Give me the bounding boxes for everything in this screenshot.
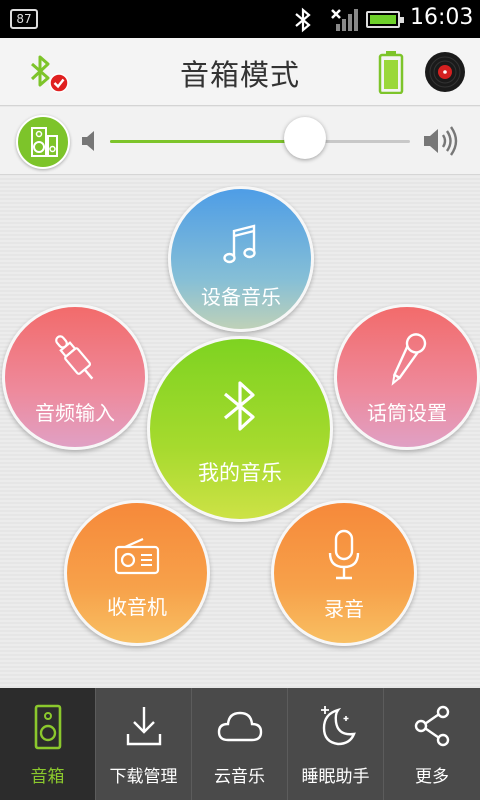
volume-slider-track[interactable] [110, 140, 410, 143]
battery-status-icon [366, 11, 404, 28]
speaker-icon [34, 704, 61, 750]
signal-icon [331, 9, 358, 31]
audio-jack-icon [55, 335, 94, 380]
download-icon [126, 707, 161, 746]
volume-high-icon [424, 126, 458, 156]
nav-label: 睡眠助手 [301, 767, 370, 787]
radio-icon [114, 537, 160, 575]
nav-label: 云音乐 [214, 767, 265, 787]
header: 音箱模式 [0, 38, 480, 106]
bottom-navigation: 音箱 下载管理 云音乐 睡眠助手 更多 [0, 688, 480, 800]
volume-slider-thumb[interactable] [284, 117, 326, 159]
device-music-button[interactable]: 设备音乐 [168, 186, 314, 332]
volume-slider-fill [110, 140, 305, 143]
my-music-button[interactable]: 我的音乐 [147, 336, 333, 522]
record-mic-icon [328, 529, 360, 580]
volume-low-icon [82, 131, 94, 151]
nav-item-more[interactable]: 更多 [384, 688, 480, 800]
nav-item-speaker[interactable]: 音箱 [0, 688, 96, 800]
music-note-icon [223, 224, 256, 264]
battery-icon [378, 51, 404, 94]
mic-settings-label: 话筒设置 [367, 401, 447, 425]
speaker-mode-button[interactable] [16, 115, 70, 169]
bluetooth-status-icon [295, 7, 311, 33]
nav-item-sleep-assistant[interactable]: 睡眠助手 [288, 688, 384, 800]
microphone-icon [391, 333, 427, 386]
nav-label: 更多 [415, 767, 449, 787]
nav-label: 下载管理 [109, 767, 178, 787]
audio-input-label: 音频输入 [35, 401, 115, 425]
cloud-icon [217, 711, 262, 742]
radio-label: 收音机 [107, 595, 167, 619]
page-title: 音箱模式 [179, 58, 300, 92]
nav-item-download[interactable]: 下载管理 [96, 688, 192, 800]
moon-icon [320, 706, 356, 746]
my-music-label: 我的音乐 [198, 461, 282, 485]
nav-item-cloud-music[interactable]: 云音乐 [192, 688, 288, 800]
status-bar: 87 16:03 [0, 0, 480, 38]
record-button[interactable]: 录音 [271, 500, 417, 646]
device-music-label: 设备音乐 [201, 285, 281, 309]
record-label: 录音 [324, 597, 364, 621]
clock: 16:03 [410, 5, 474, 30]
volume-bar [0, 107, 480, 175]
vinyl-disc-icon[interactable] [424, 51, 466, 93]
notification-count: 87 [10, 9, 38, 29]
bluetooth-icon [223, 381, 255, 431]
audio-input-button[interactable]: 音频输入 [2, 304, 148, 450]
speaker-icon [31, 127, 58, 157]
mic-settings-button[interactable]: 话筒设置 [334, 304, 480, 450]
radio-button[interactable]: 收音机 [64, 500, 210, 646]
share-icon [414, 705, 450, 747]
nav-label: 音箱 [30, 767, 65, 787]
